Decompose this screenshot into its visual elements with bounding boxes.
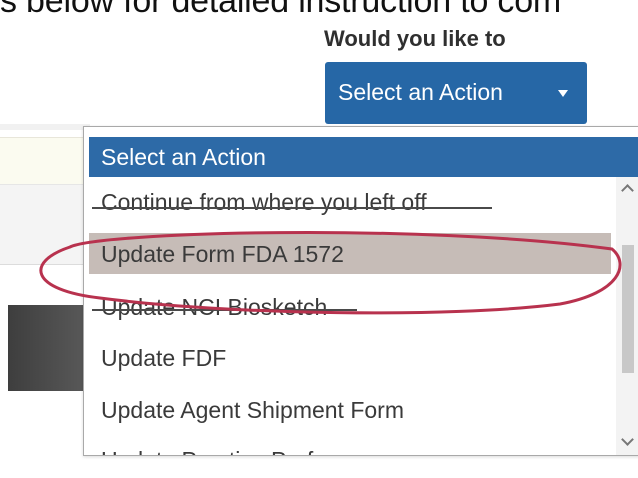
screenshot-stage: s below for detailed instruction to com … (0, 0, 638, 478)
annotation-circle (39, 231, 622, 315)
